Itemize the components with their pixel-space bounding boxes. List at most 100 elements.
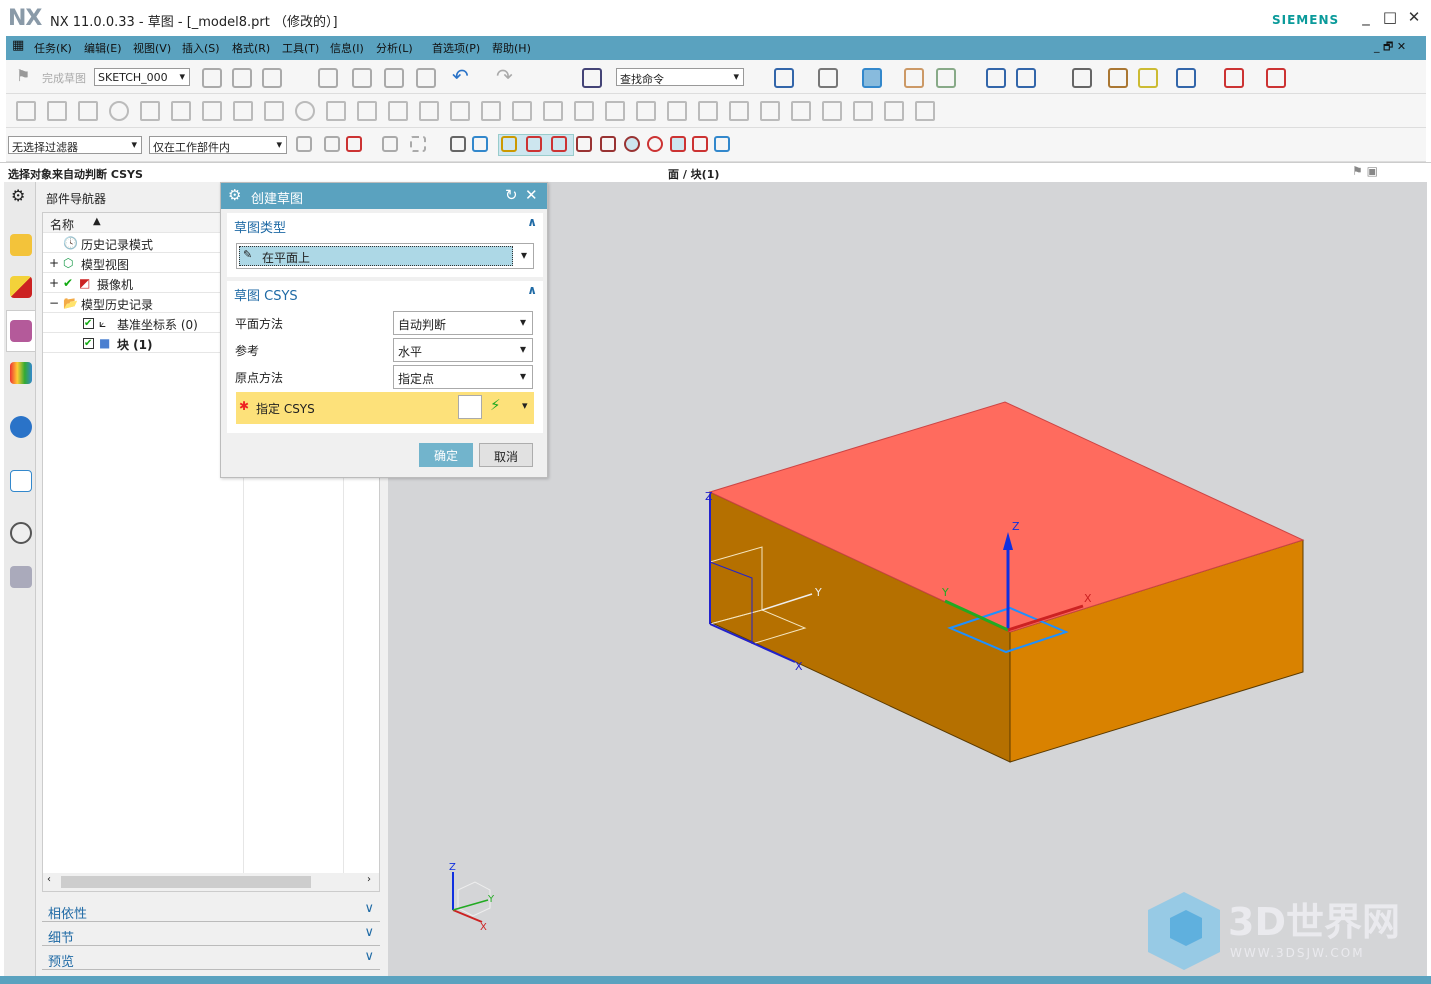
quick-extend-icon[interactable] — [419, 101, 439, 121]
save-icon[interactable] — [318, 68, 338, 88]
dialog-close-icon[interactable]: ✕ — [525, 186, 538, 204]
line-icon[interactable] — [47, 101, 67, 121]
close-button[interactable]: ✕ — [1404, 8, 1424, 26]
layer-icon[interactable] — [904, 68, 924, 88]
perimeter-dimension-icon[interactable] — [729, 101, 749, 121]
assembly-filter-icon[interactable] — [296, 136, 312, 152]
intersection-point-icon[interactable] — [512, 101, 532, 121]
finish-sketch-button[interactable]: 完成草图 — [42, 70, 86, 86]
part-navigator-icon[interactable] — [10, 320, 32, 342]
origin-method-select[interactable]: 指定点 — [393, 365, 533, 389]
reuse-library-icon[interactable] — [10, 362, 32, 384]
finish-flag-icon[interactable]: ⚑ — [16, 66, 30, 85]
constraint-navigator-icon[interactable] — [10, 276, 32, 298]
midpoint-snap-icon[interactable] — [551, 136, 567, 152]
reattach-icon[interactable] — [232, 68, 252, 88]
maximize-button[interactable]: □ — [1380, 8, 1400, 26]
menu-help[interactable]: 帮助(H) — [492, 40, 531, 56]
mirror-curve-icon[interactable] — [574, 101, 594, 121]
chevron-up-icon[interactable]: ∧ — [527, 215, 537, 229]
make-corner-icon[interactable] — [450, 101, 470, 121]
enable-snap-icon[interactable] — [501, 136, 517, 152]
name-column-header[interactable]: 名称 — [50, 216, 74, 233]
scroll-left-icon[interactable]: ‹ — [47, 874, 51, 885]
rectangle-select-icon[interactable] — [410, 136, 426, 152]
info-list-icon[interactable] — [1072, 68, 1092, 88]
panel-dependencies[interactable]: 相依性 ∨ — [42, 900, 380, 922]
section-header[interactable]: 草图类型 — [234, 217, 286, 236]
auto-constrain-icon[interactable] — [791, 101, 811, 121]
cut-icon[interactable] — [352, 68, 372, 88]
status-flag-icon[interactable]: ⚑ ▣ — [1352, 164, 1378, 178]
menu-task[interactable]: 任务(K) — [34, 40, 72, 56]
csys-dialog-icon[interactable] — [458, 395, 482, 419]
point-icon[interactable] — [326, 101, 346, 121]
undo-icon[interactable]: ↶ — [452, 64, 469, 88]
redo-icon[interactable]: ↷ — [496, 64, 513, 88]
move-icon[interactable] — [1176, 68, 1196, 88]
existing-point-icon[interactable] — [670, 136, 686, 152]
scrollbar-thumb[interactable] — [61, 876, 311, 888]
selection-scope-select[interactable]: 仅在工作部件内 — [149, 136, 287, 154]
body-select-icon[interactable] — [450, 136, 466, 152]
wcs-icon[interactable] — [986, 68, 1006, 88]
offset-curve-icon[interactable] — [357, 101, 377, 121]
fillet-icon[interactable] — [140, 101, 160, 121]
menu-view[interactable]: 视图(V) — [133, 40, 171, 56]
rectangle-icon[interactable] — [202, 101, 222, 121]
linear-dimension-icon[interactable] — [636, 101, 656, 121]
find-command-input[interactable]: 查找命令 — [616, 68, 744, 86]
measure-icon[interactable] — [1266, 68, 1286, 88]
snap-point-icon[interactable] — [382, 136, 398, 152]
relations-browser-icon[interactable] — [884, 101, 904, 121]
menu-preferences[interactable]: 首选项(P) — [432, 40, 480, 56]
cancel-button[interactable]: 取消 — [479, 443, 533, 467]
web-browser-icon[interactable] — [10, 470, 32, 492]
visibility-checkbox[interactable]: ✔ — [83, 316, 96, 330]
command-finder-icon[interactable]: ▦ — [12, 38, 24, 53]
visibility-checkbox[interactable]: ✔ — [83, 336, 96, 350]
radial-dimension-icon[interactable] — [667, 101, 687, 121]
type-filter-icon[interactable] — [346, 136, 362, 152]
intersection-icon[interactable] — [600, 136, 616, 152]
point-on-face-icon[interactable] — [714, 136, 730, 152]
doc-minimize-button[interactable]: _ 🗗 ✕ — [1374, 38, 1406, 57]
horizontal-scrollbar[interactable]: ‹ › — [43, 873, 379, 891]
section-header[interactable]: 草图 CSYS — [234, 285, 298, 304]
panel-preview[interactable]: 预览 ∨ — [42, 948, 380, 970]
plane-method-select[interactable]: 自动判断 — [393, 311, 533, 335]
panel-details[interactable]: 细节 ∨ — [42, 924, 380, 946]
spline-icon[interactable] — [264, 101, 284, 121]
chevron-up-icon[interactable]: ∧ — [527, 283, 537, 297]
sketch-constraint-icon[interactable] — [262, 68, 282, 88]
pattern-curve-icon[interactable] — [543, 101, 563, 121]
convert-reference-icon[interactable] — [915, 101, 935, 121]
specify-csys-row[interactable]: ✱ 指定 CSYS ⚡ ▾ — [236, 392, 534, 424]
continuous-auto-dimension-icon[interactable] — [853, 101, 873, 121]
dropdown-arrow-icon[interactable]: ▾ — [522, 399, 528, 412]
control-point-icon[interactable] — [576, 136, 592, 152]
minimize-button[interactable]: _ — [1356, 8, 1376, 26]
menu-insert[interactable]: 插入(S) — [182, 40, 220, 56]
info-icon[interactable] — [10, 416, 32, 438]
edit-object-icon[interactable] — [1108, 68, 1128, 88]
sketch-type-select[interactable]: 在平面上 ✎ ▾ — [236, 243, 534, 269]
assembly-navigator-icon[interactable] — [10, 234, 32, 256]
render-style-icon[interactable] — [818, 68, 838, 88]
wcs-dynamic-icon[interactable] — [1016, 68, 1036, 88]
arc-center-icon[interactable] — [624, 136, 640, 152]
geometric-constraint-icon[interactable] — [760, 101, 780, 121]
circle-icon[interactable] — [109, 101, 129, 121]
show-constraints-icon[interactable] — [822, 101, 842, 121]
fit-view-icon[interactable] — [774, 68, 794, 88]
derived-line-icon[interactable] — [481, 101, 501, 121]
dialog-gear-icon[interactable]: ⚙ — [228, 186, 241, 204]
chamfer-icon[interactable] — [171, 101, 191, 121]
history-clock-icon[interactable] — [10, 522, 32, 544]
point-on-curve-icon[interactable] — [692, 136, 708, 152]
rapid-dimension-icon[interactable] — [605, 101, 625, 121]
quadrant-icon[interactable] — [647, 136, 663, 152]
settings-gear-icon[interactable]: ⚙ — [11, 186, 25, 205]
quick-trim-icon[interactable] — [388, 101, 408, 121]
role-icon[interactable] — [10, 566, 32, 588]
